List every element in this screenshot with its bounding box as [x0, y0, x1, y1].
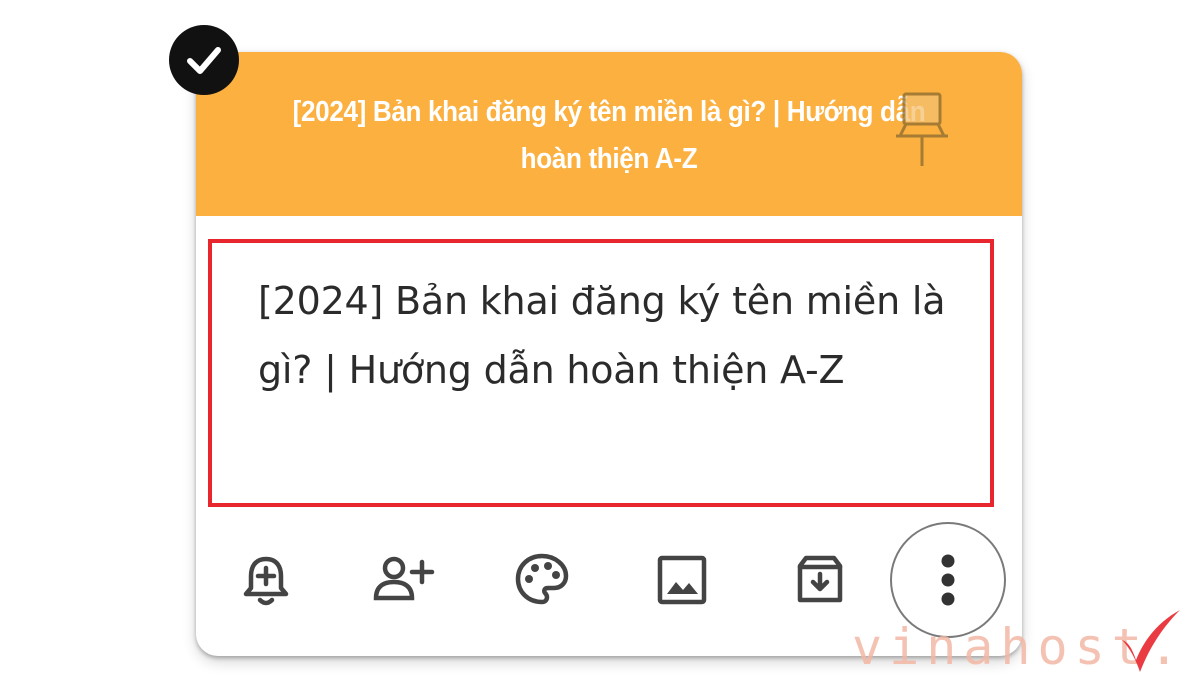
- select-check-badge[interactable]: [169, 25, 239, 95]
- vinahost-watermark: vinahost.: [852, 610, 1192, 682]
- person-add-icon: [373, 556, 435, 601]
- remind-me-button[interactable]: [234, 548, 298, 612]
- image-icon: [657, 555, 707, 605]
- note-body-text: [2024] Bản khai đăng ký tên miền là gì? …: [258, 279, 946, 392]
- watermark-check-icon: [1122, 610, 1180, 672]
- screenshot-stage: [2024] Bản khai đăng ký tên miền là gì? …: [0, 0, 1200, 700]
- pin-icon[interactable]: [892, 90, 952, 170]
- add-image-button[interactable]: [650, 548, 714, 612]
- note-header: [2024] Bản khai đăng ký tên miền là gì? …: [196, 52, 1022, 216]
- more-vert-icon: [941, 554, 955, 606]
- note-body-highlight[interactable]: [2024] Bản khai đăng ký tên miền là gì? …: [208, 239, 994, 507]
- change-color-button[interactable]: [510, 548, 574, 612]
- bell-plus-icon: [243, 556, 289, 606]
- check-icon: [187, 47, 221, 74]
- archive-button[interactable]: [788, 548, 852, 612]
- palette-icon: [515, 553, 569, 605]
- collaborator-button[interactable]: [372, 548, 436, 612]
- archive-icon: [797, 555, 843, 603]
- note-header-title: [2024] Bản khai đăng ký tên miền là gì? …: [292, 96, 926, 175]
